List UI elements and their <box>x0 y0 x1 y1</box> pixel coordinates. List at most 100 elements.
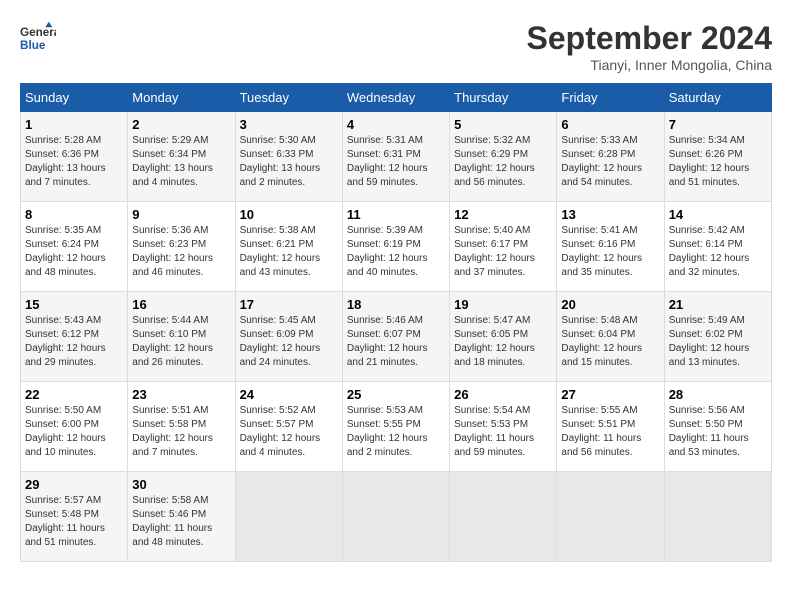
calendar-cell: 20 Sunrise: 5:48 AM Sunset: 6:04 PM Dayli… <box>557 292 664 382</box>
day-number: 28 <box>669 387 767 402</box>
title-section: September 2024 Tianyi, Inner Mongolia, C… <box>527 20 772 73</box>
day-info: Sunrise: 5:36 AM Sunset: 6:23 PM Dayligh… <box>132 224 230 280</box>
calendar-cell: 14 Sunrise: 5:42 AM Sunset: 6:14 PM Dayli… <box>664 202 771 292</box>
calendar-cell: 30Sunrise: 5:58 AM Sunset: 5:46 PM Dayli… <box>128 472 235 562</box>
day-info: Sunrise: 5:34 AM Sunset: 6:26 PM Dayligh… <box>669 134 767 190</box>
calendar-cell: 12 Sunrise: 5:40 AM Sunset: 6:17 PM Dayli… <box>450 202 557 292</box>
calendar-cell: 2 Sunrise: 5:29 AM Sunset: 6:34 PM Daylig… <box>128 112 235 202</box>
day-number: 16 <box>132 297 230 312</box>
day-info: Sunrise: 5:56 AM Sunset: 5:50 PM Dayligh… <box>669 404 767 460</box>
day-number: 12 <box>454 207 552 222</box>
calendar-cell: 9 Sunrise: 5:36 AM Sunset: 6:23 PM Daylig… <box>128 202 235 292</box>
day-info: Sunrise: 5:39 AM Sunset: 6:19 PM Dayligh… <box>347 224 445 280</box>
calendar-week-row: 8Sunrise: 5:35 AM Sunset: 6:24 PM Daylig… <box>21 202 772 292</box>
day-info: Sunrise: 5:50 AM Sunset: 6:00 PM Dayligh… <box>25 404 123 460</box>
day-info: Sunrise: 5:43 AM Sunset: 6:12 PM Dayligh… <box>25 314 123 370</box>
day-number: 20 <box>561 297 659 312</box>
day-info: Sunrise: 5:49 AM Sunset: 6:02 PM Dayligh… <box>669 314 767 370</box>
day-number: 21 <box>669 297 767 312</box>
day-number: 14 <box>669 207 767 222</box>
day-number: 11 <box>347 207 445 222</box>
svg-text:Blue: Blue <box>20 39 46 52</box>
calendar-cell: 5 Sunrise: 5:32 AM Sunset: 6:29 PM Daylig… <box>450 112 557 202</box>
calendar-cell <box>342 472 449 562</box>
calendar-cell <box>450 472 557 562</box>
day-info: Sunrise: 5:55 AM Sunset: 5:51 PM Dayligh… <box>561 404 659 460</box>
weekday-header-sunday: Sunday <box>21 84 128 112</box>
calendar-cell: 10Sunrise: 5:38 AM Sunset: 6:21 PM Dayli… <box>235 202 342 292</box>
calendar-cell: 11 Sunrise: 5:39 AM Sunset: 6:19 PM Dayli… <box>342 202 449 292</box>
day-info: Sunrise: 5:32 AM Sunset: 6:29 PM Dayligh… <box>454 134 552 190</box>
page-header: General Blue September 2024 Tianyi, Inne… <box>20 20 772 73</box>
calendar-cell <box>664 472 771 562</box>
weekday-header-saturday: Saturday <box>664 84 771 112</box>
day-number: 13 <box>561 207 659 222</box>
day-number: 7 <box>669 117 767 132</box>
weekday-header-monday: Monday <box>128 84 235 112</box>
day-info: Sunrise: 5:33 AM Sunset: 6:28 PM Dayligh… <box>561 134 659 190</box>
calendar-week-row: 1 Sunrise: 5:28 AM Sunset: 6:36 PM Daylig… <box>21 112 772 202</box>
month-title: September 2024 <box>527 20 772 57</box>
calendar-week-row: 29 Sunrise: 5:57 AM Sunset: 5:48 PM Dayli… <box>21 472 772 562</box>
calendar-cell: 29 Sunrise: 5:57 AM Sunset: 5:48 PM Dayli… <box>21 472 128 562</box>
calendar-cell: 26Sunrise: 5:54 AM Sunset: 5:53 PM Dayli… <box>450 382 557 472</box>
day-info: Sunrise: 5:46 AM Sunset: 6:07 PM Dayligh… <box>347 314 445 370</box>
day-number: 17 <box>240 297 338 312</box>
calendar-cell: 7 Sunrise: 5:34 AM Sunset: 6:26 PM Daylig… <box>664 112 771 202</box>
logo-icon: General Blue <box>20 20 56 56</box>
calendar-cell: 19 Sunrise: 5:47 AM Sunset: 6:05 PM Dayli… <box>450 292 557 382</box>
calendar-cell: 16Sunrise: 5:44 AM Sunset: 6:10 PM Dayli… <box>128 292 235 382</box>
day-info: Sunrise: 5:29 AM Sunset: 6:34 PM Dayligh… <box>132 134 230 190</box>
day-info: Sunrise: 5:35 AM Sunset: 6:24 PM Dayligh… <box>25 224 123 280</box>
day-info: Sunrise: 5:31 AM Sunset: 6:31 PM Dayligh… <box>347 134 445 190</box>
weekday-header-wednesday: Wednesday <box>342 84 449 112</box>
day-number: 24 <box>240 387 338 402</box>
day-number: 1 <box>25 117 123 132</box>
calendar-cell: 23 Sunrise: 5:51 AM Sunset: 5:58 PM Dayli… <box>128 382 235 472</box>
weekday-header-row: SundayMondayTuesdayWednesdayThursdayFrid… <box>21 84 772 112</box>
day-number: 3 <box>240 117 338 132</box>
day-number: 15 <box>25 297 123 312</box>
calendar-table: SundayMondayTuesdayWednesdayThursdayFrid… <box>20 83 772 562</box>
weekday-header-friday: Friday <box>557 84 664 112</box>
day-number: 5 <box>454 117 552 132</box>
calendar-cell: 27Sunrise: 5:55 AM Sunset: 5:51 PM Dayli… <box>557 382 664 472</box>
calendar-cell: 8Sunrise: 5:35 AM Sunset: 6:24 PM Daylig… <box>21 202 128 292</box>
calendar-cell: 28 Sunrise: 5:56 AM Sunset: 5:50 PM Dayli… <box>664 382 771 472</box>
day-number: 30 <box>132 477 230 492</box>
calendar-cell: 3 Sunrise: 5:30 AM Sunset: 6:33 PM Daylig… <box>235 112 342 202</box>
calendar-cell <box>235 472 342 562</box>
logo: General Blue <box>20 20 56 56</box>
day-info: Sunrise: 5:40 AM Sunset: 6:17 PM Dayligh… <box>454 224 552 280</box>
day-number: 2 <box>132 117 230 132</box>
calendar-cell: 18 Sunrise: 5:46 AM Sunset: 6:07 PM Dayli… <box>342 292 449 382</box>
day-info: Sunrise: 5:54 AM Sunset: 5:53 PM Dayligh… <box>454 404 552 460</box>
calendar-cell: 22 Sunrise: 5:50 AM Sunset: 6:00 PM Dayli… <box>21 382 128 472</box>
day-info: Sunrise: 5:41 AM Sunset: 6:16 PM Dayligh… <box>561 224 659 280</box>
calendar-cell: 15 Sunrise: 5:43 AM Sunset: 6:12 PM Dayli… <box>21 292 128 382</box>
day-number: 22 <box>25 387 123 402</box>
day-number: 18 <box>347 297 445 312</box>
day-info: Sunrise: 5:52 AM Sunset: 5:57 PM Dayligh… <box>240 404 338 460</box>
day-info: Sunrise: 5:51 AM Sunset: 5:58 PM Dayligh… <box>132 404 230 460</box>
calendar-week-row: 15 Sunrise: 5:43 AM Sunset: 6:12 PM Dayli… <box>21 292 772 382</box>
day-number: 9 <box>132 207 230 222</box>
day-number: 19 <box>454 297 552 312</box>
day-info: Sunrise: 5:30 AM Sunset: 6:33 PM Dayligh… <box>240 134 338 190</box>
calendar-cell: 25Sunrise: 5:53 AM Sunset: 5:55 PM Dayli… <box>342 382 449 472</box>
day-info: Sunrise: 5:42 AM Sunset: 6:14 PM Dayligh… <box>669 224 767 280</box>
day-info: Sunrise: 5:28 AM Sunset: 6:36 PM Dayligh… <box>25 134 123 190</box>
location: Tianyi, Inner Mongolia, China <box>527 57 772 73</box>
day-info: Sunrise: 5:47 AM Sunset: 6:05 PM Dayligh… <box>454 314 552 370</box>
calendar-cell: 6 Sunrise: 5:33 AM Sunset: 6:28 PM Daylig… <box>557 112 664 202</box>
calendar-week-row: 22 Sunrise: 5:50 AM Sunset: 6:00 PM Dayli… <box>21 382 772 472</box>
day-number: 29 <box>25 477 123 492</box>
day-number: 23 <box>132 387 230 402</box>
svg-text:General: General <box>20 26 56 39</box>
day-info: Sunrise: 5:48 AM Sunset: 6:04 PM Dayligh… <box>561 314 659 370</box>
calendar-cell: 1 Sunrise: 5:28 AM Sunset: 6:36 PM Daylig… <box>21 112 128 202</box>
day-number: 6 <box>561 117 659 132</box>
day-info: Sunrise: 5:57 AM Sunset: 5:48 PM Dayligh… <box>25 494 123 550</box>
day-info: Sunrise: 5:38 AM Sunset: 6:21 PM Dayligh… <box>240 224 338 280</box>
day-number: 25 <box>347 387 445 402</box>
